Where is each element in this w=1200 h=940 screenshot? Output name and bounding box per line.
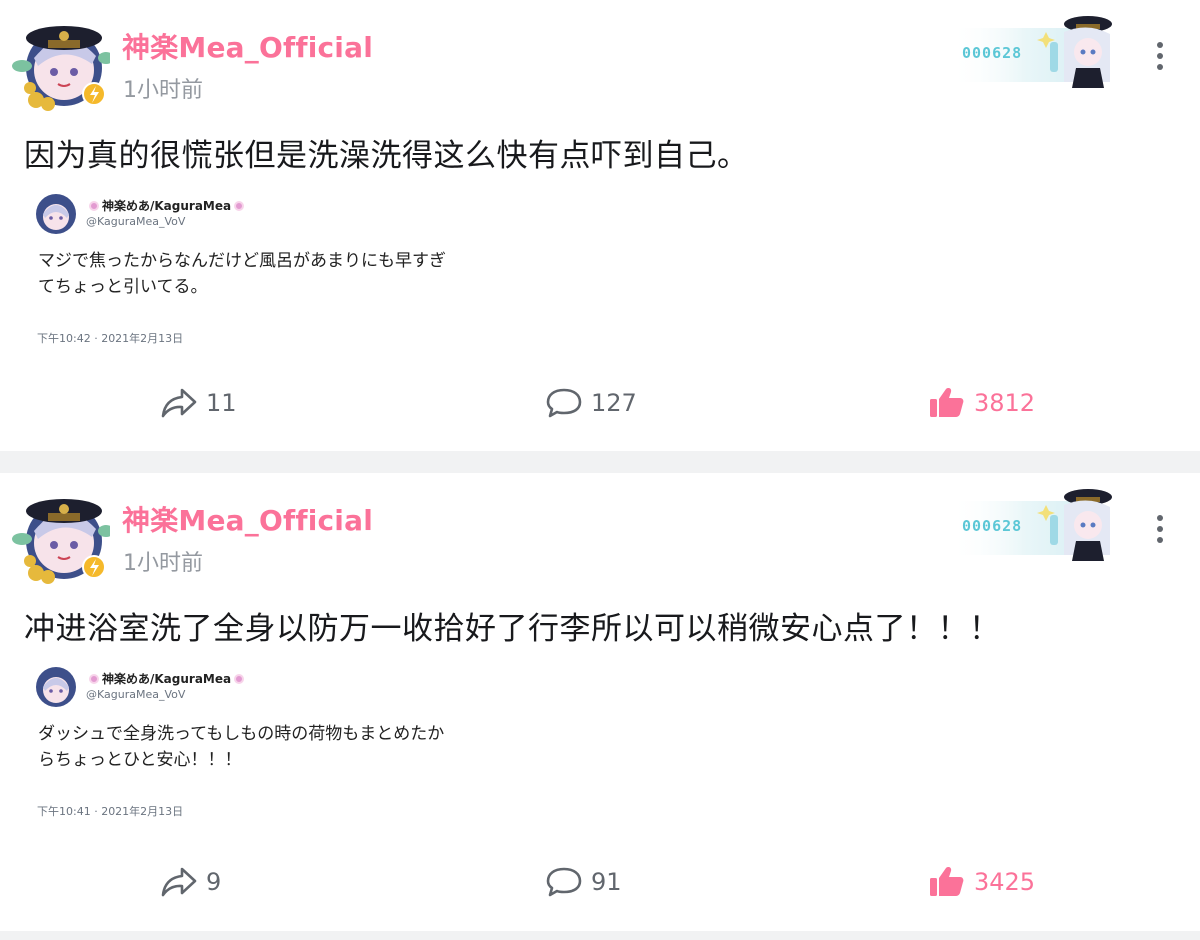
fan-badge-number: 000628 [962,44,1023,62]
comment-count: 127 [591,389,637,417]
quoted-date: 下午10:41 · 2021年2月13日 [37,805,184,818]
user-avatar[interactable] [12,487,110,585]
username[interactable]: 神楽Mea_Official [122,499,373,539]
post-card[interactable]: 神楽Mea_Official 1小时前 000628 因为真的很慌张但是洗澡洗得… [0,0,1200,451]
post-card[interactable]: 神楽Mea_Official 1小时前 000628 冲进浴室洗了全身以防万一收… [0,473,1200,931]
quoted-tweet-image[interactable]: 神楽めあ/KaguraMea @KaguraMea_VoV マジで焦ったからなん… [30,186,510,352]
username[interactable]: 神楽Mea_Official [122,26,373,66]
comment-icon [546,867,582,897]
quoted-display-name: 神楽めあ/KaguraMea [86,670,247,687]
share-count: 9 [206,868,222,896]
fan-badge-number: 000628 [962,517,1023,535]
comment-count: 91 [591,868,622,896]
more-vertical-icon[interactable] [1146,38,1174,74]
quoted-text: マジで焦ったからなんだけど風呂があまりにも早すぎ てちょっと引いてる。 [38,251,446,297]
quoted-text: ダッシュで全身洗ってもしもの時の荷物もまとめたか らちょっとひと安心！！！ [38,724,445,770]
quoted-date: 下午10:42 · 2021年2月13日 [37,332,184,345]
like-count: 3425 [974,868,1036,896]
user-avatar[interactable] [12,14,110,112]
comment-icon [546,388,582,418]
like-count: 3812 [974,389,1036,417]
post-time: 1小时前 [123,78,203,103]
comment-button[interactable]: 91 [545,865,622,899]
thumbs-up-icon [930,388,964,417]
quoted-tweet-image[interactable]: 神楽めあ/KaguraMea @KaguraMea_VoV ダッシュで全身洗って… [30,659,510,825]
share-button[interactable]: 9 [160,865,221,899]
share-button[interactable]: 11 [160,386,237,420]
share-icon [161,867,197,897]
comment-button[interactable]: 127 [545,386,637,420]
quoted-handle: @KaguraMea_VoV [86,215,186,228]
quoted-avatar [36,194,76,234]
share-icon [161,388,197,418]
like-button[interactable]: 3425 [928,865,1035,899]
quoted-display-name: 神楽めあ/KaguraMea [86,197,247,214]
quoted-avatar [36,667,76,707]
dynamic-feed: 神楽Mea_Official 1小时前 000628 因为真的很慌张但是洗澡洗得… [0,0,1200,940]
thumbs-up-icon [930,867,964,896]
share-count: 11 [206,389,237,417]
post-content: 冲进浴室洗了全身以防万一收拾好了行李所以可以稍微安心点了！！！ [24,611,1001,647]
post-content: 因为真的很慌张但是洗澡洗得这么快有点吓到自己。 [24,138,749,174]
quoted-handle: @KaguraMea_VoV [86,688,186,701]
more-vertical-icon[interactable] [1146,511,1174,547]
like-button[interactable]: 3812 [928,386,1035,420]
post-time: 1小时前 [123,551,203,576]
